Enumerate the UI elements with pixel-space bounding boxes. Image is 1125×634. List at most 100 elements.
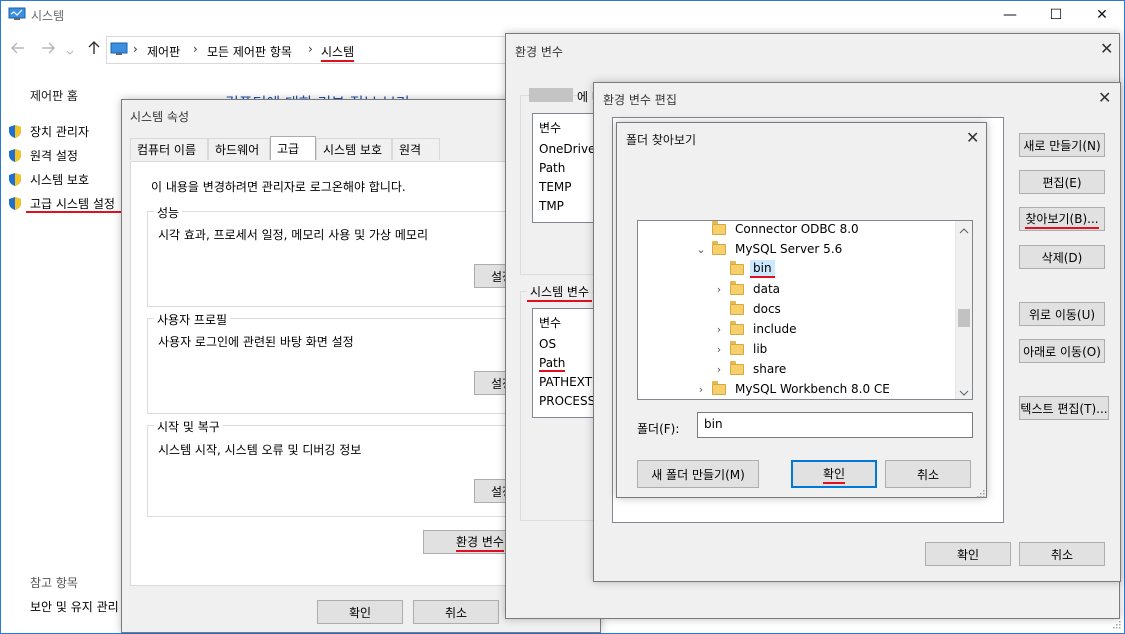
security-maintenance-link[interactable]: 보안 및 유지 관리 [30, 598, 119, 615]
startup-recovery-title: 시작 및 복구 [154, 418, 223, 435]
chevron-right-icon[interactable]: › [712, 363, 726, 376]
tree-item[interactable]: › lib [638, 339, 956, 359]
close-button[interactable]: ✕ [1079, 0, 1125, 30]
folder-tree[interactable]: Connector ODBC 8.0 ⌄ MySQL Server 5.6 bin › d… [637, 220, 973, 400]
sidebar-item-device-manager[interactable]: 장치 관리자 [8, 122, 89, 140]
tree-item-label: Connector ODBC 8.0 [735, 222, 859, 236]
tree-item[interactable]: › include [638, 319, 956, 339]
folder-icon [730, 280, 744, 295]
maximize-button[interactable]: ☐ [1033, 0, 1079, 30]
tree-item[interactable]: › share [638, 359, 956, 379]
folder-icon [712, 221, 726, 235]
sys-props-cancel-button[interactable]: 취소 [413, 600, 499, 624]
chevron-right-icon[interactable]: › [712, 323, 726, 336]
dialog-title: 폴더 찾아보기 [626, 133, 697, 147]
list-item[interactable]: PROCESSO [539, 394, 595, 408]
list-item[interactable]: TMP [539, 199, 564, 213]
window-resize-grip-icon[interactable] [1110, 618, 1122, 630]
sys-props-ok-button[interactable]: 확인 [317, 600, 403, 624]
tab-hardware[interactable]: 하드웨어 [208, 138, 270, 160]
new-folder-button[interactable]: 새 폴더 만들기(M) [637, 460, 759, 488]
resize-grip-icon[interactable] [975, 487, 985, 498]
forward-icon[interactable] [40, 40, 56, 56]
window-app-icon [8, 7, 26, 21]
edit-button[interactable]: 편집(E) [1019, 170, 1105, 194]
edit-ok-button[interactable]: 확인 [925, 542, 1011, 566]
breadcrumb-sep-icon: › [308, 42, 313, 56]
new-button[interactable]: 새로 만들기(N) [1019, 133, 1105, 157]
folder-icon [712, 380, 726, 395]
breadcrumb-system[interactable]: 시스템 [321, 43, 355, 62]
tree-item-label: include [753, 322, 797, 336]
column-header: 변수 [539, 316, 562, 330]
dialog-title: 환경 변수 [515, 45, 563, 59]
list-item[interactable]: Path [539, 161, 565, 175]
tree-scrollbar[interactable] [955, 221, 972, 399]
scroll-down-icon[interactable] [959, 386, 969, 399]
tree-item-label: docs [753, 302, 781, 316]
shield-icon [8, 196, 22, 211]
tab-system-protection[interactable]: 시스템 보호 [316, 138, 392, 160]
breadcrumb-all-items[interactable]: 모든 제어판 항목 [207, 43, 292, 60]
folder-icon [730, 340, 744, 355]
close-icon[interactable]: ✕ [1100, 39, 1113, 58]
shield-icon [8, 148, 22, 163]
scroll-up-icon[interactable] [959, 224, 969, 238]
user-name-redacted [529, 88, 573, 102]
folder-icon [730, 300, 744, 315]
tree-item[interactable]: docs [638, 299, 956, 319]
sidebar-item-advanced-settings[interactable]: 고급 시스템 설정 [8, 194, 115, 212]
tree-item[interactable]: ⌄ MySQL Server 5.6 [638, 239, 956, 259]
user-profile-title: 사용자 프로필 [154, 311, 231, 328]
tree-item[interactable]: Connector ODBC 8.0 [638, 221, 956, 239]
tree-item[interactable]: › data [638, 279, 956, 299]
move-down-button[interactable]: 아래로 이동(O) [1019, 339, 1105, 363]
list-item-path[interactable]: Path [539, 356, 566, 372]
sidebar-item-remote-settings[interactable]: 원격 설정 [8, 146, 78, 164]
list-item[interactable]: OneDrive [539, 142, 595, 156]
folder-icon [712, 240, 726, 255]
recent-dropdown-icon[interactable] [66, 45, 74, 55]
folder-ok-button[interactable]: 확인 [791, 460, 877, 488]
move-up-button[interactable]: 위로 이동(U) [1019, 302, 1105, 326]
chevron-right-icon[interactable]: › [712, 283, 726, 296]
shield-icon [8, 124, 22, 139]
tree-item[interactable]: › MySQL Workbench 8.0 CE [638, 379, 956, 399]
list-item[interactable]: OS [539, 337, 556, 351]
tab-remote[interactable]: 원격 [392, 138, 440, 160]
sidebar-item-system-protection[interactable]: 시스템 보호 [8, 170, 89, 188]
admin-note: 이 내용을 변경하려면 관리자로 로그온해야 합니다. [151, 180, 406, 194]
close-icon[interactable]: ✕ [966, 128, 979, 147]
back-icon[interactable] [10, 40, 26, 56]
tab-computer-name[interactable]: 컴퓨터 이름 [130, 138, 208, 160]
startup-recovery-desc: 시스템 시작, 시스템 오류 및 디버깅 정보 [158, 443, 362, 457]
chevron-right-icon[interactable]: › [712, 343, 726, 356]
system-vars-list[interactable]: 변수 OS Path PATHEXT PROCESSO [532, 308, 596, 418]
close-icon[interactable]: ✕ [1098, 88, 1111, 107]
list-item[interactable]: PATHEXT [539, 375, 592, 389]
tab-advanced[interactable]: 고급 [270, 136, 316, 160]
address-bar[interactable]: › 제어판 › 모든 제어판 항목 › 시스템 [106, 36, 526, 64]
window-title: 시스템 [31, 9, 65, 23]
list-item[interactable]: TEMP [539, 180, 572, 194]
tree-item[interactable]: bin [638, 259, 956, 279]
delete-button[interactable]: 삭제(D) [1019, 245, 1105, 269]
performance-title: 성능 [154, 204, 183, 221]
folder-input[interactable]: bin [697, 412, 973, 438]
edit-cancel-button[interactable]: 취소 [1019, 542, 1105, 566]
folder-cancel-button[interactable]: 취소 [885, 460, 971, 488]
system-vars-title: 시스템 변수 [527, 283, 593, 302]
performance-desc: 시각 효과, 프로세서 일정, 메모리 사용 및 가상 메모리 [158, 228, 428, 242]
scroll-thumb[interactable] [958, 309, 970, 327]
edit-text-button[interactable]: 텍스트 편집(T)... [1019, 396, 1109, 420]
user-vars-list[interactable]: 변수 OneDrive Path TEMP TMP [532, 113, 596, 223]
chevron-down-icon[interactable]: ⌄ [694, 243, 708, 256]
dialog-title: 환경 변수 편집 [603, 93, 677, 107]
chevron-right-icon[interactable]: › [694, 383, 708, 396]
up-icon[interactable] [86, 40, 102, 56]
breadcrumb-control-panel[interactable]: 제어판 [147, 43, 180, 60]
minimize-button[interactable]: — [987, 0, 1033, 30]
browse-button[interactable]: 찾아보기(B)... [1019, 207, 1105, 231]
tree-item-label: MySQL Workbench 8.0 CE [735, 382, 890, 396]
control-panel-home-link[interactable]: 제어판 홈 [30, 87, 78, 104]
